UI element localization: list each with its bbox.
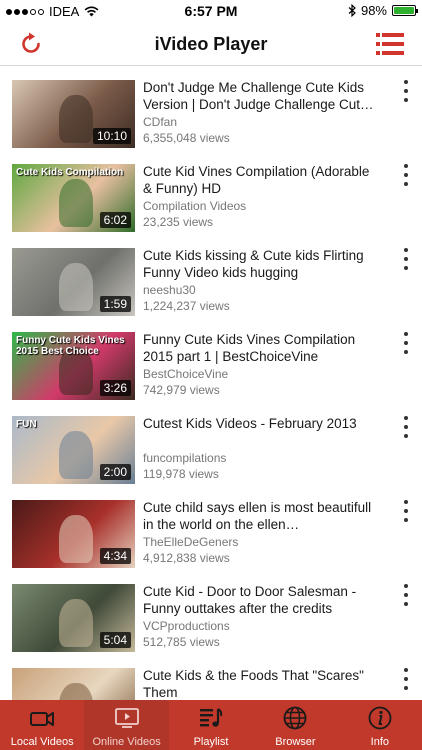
page-title: iVideo Player (154, 34, 268, 54)
video-views: 23,235 views (143, 215, 214, 229)
video-duration: 4:34 (99, 548, 131, 564)
tab-label: Browser (275, 736, 316, 748)
video-list-item[interactable]: FUN 2:00 Cutest Kids Videos - February 201… (0, 402, 422, 486)
thumbnail-caption: Cute Kids Compilation (16, 167, 124, 178)
video-list-item[interactable]: Cute Kids & the Foods That "Scares" Them (0, 654, 422, 700)
thumbnail-figure (58, 430, 93, 479)
nav-bar: iVideo Player (0, 24, 422, 66)
video-title[interactable]: Cute child says ellen is most beautifull… (143, 499, 379, 533)
video-camera-icon (28, 705, 56, 731)
battery-percent: 98% (360, 3, 387, 18)
tab-bar: Local Videos Online Videos Playlist Browser… (0, 700, 422, 750)
video-thumbnail[interactable]: Funny Cute Kids Vines 2015 Best Choice 3:… (12, 332, 135, 400)
video-list-item[interactable]: Funny Cute Kids Vines 2015 Best Choice 3:… (0, 318, 422, 402)
video-thumbnail[interactable] (12, 668, 135, 700)
video-channel: CDfan (143, 115, 178, 129)
video-channel: VCPproductions (143, 619, 230, 633)
video-views: 6,355,048 views (143, 131, 230, 145)
video-views: 742,979 views (143, 383, 220, 397)
video-thumbnail[interactable]: FUN 2:00 (12, 416, 135, 484)
video-channel: neeshu30 (143, 283, 196, 297)
video-thumbnail[interactable]: Cute Kids Compilation 6:02 (12, 164, 135, 232)
video-views: 512,785 views (143, 635, 220, 649)
video-views: 1,224,237 views (143, 299, 230, 313)
video-duration: 6:02 (99, 212, 131, 228)
video-thumbnail[interactable]: 10:10 (12, 80, 135, 148)
tab-browser[interactable]: Browser (253, 700, 337, 750)
list-menu-icon[interactable] (376, 32, 404, 56)
video-title[interactable]: Cute Kid Vines Compilation (Adorable & F… (143, 163, 379, 197)
thumbnail-figure (58, 514, 93, 563)
video-title[interactable]: Don't Judge Me Challenge Cute Kids Versi… (143, 79, 379, 113)
playlist-music-icon (197, 705, 225, 731)
video-channel: BestChoiceVine (143, 367, 229, 381)
video-thumbnail[interactable]: 5:04 (12, 584, 135, 652)
thumbnail-caption: FUN (16, 419, 37, 430)
video-thumbnail[interactable]: 4:34 (12, 500, 135, 568)
video-thumbnail[interactable]: 1:59 (12, 248, 135, 316)
thumbnail-figure (58, 178, 93, 227)
bluetooth-icon (348, 4, 356, 17)
video-list-item[interactable]: 4:34 Cute child says ellen is most beauti… (0, 486, 422, 570)
status-right: 98% (348, 3, 418, 18)
video-channel: TheElleDeGeners (143, 535, 239, 549)
more-options-icon[interactable] (400, 248, 412, 270)
tv-play-icon (113, 705, 141, 731)
thumbnail-caption: Funny Cute Kids Vines 2015 Best Choice (16, 335, 125, 357)
tab-info[interactable]: Info (338, 700, 422, 750)
more-options-icon[interactable] (400, 500, 412, 522)
thumbnail-figure (58, 262, 93, 311)
more-options-icon[interactable] (400, 584, 412, 606)
video-list-item[interactable]: 5:04 Cute Kid - Door to Door Salesman - F… (0, 570, 422, 654)
globe-icon (281, 705, 309, 731)
tab-label: Info (370, 736, 389, 748)
video-views: 119,978 views (143, 467, 219, 481)
more-options-icon[interactable] (400, 668, 412, 690)
tab-label: Playlist (193, 736, 229, 748)
video-title[interactable]: Cute Kids & the Foods That "Scares" Them (143, 667, 379, 700)
tab-label: Local Videos (10, 736, 74, 748)
video-title[interactable]: Cute Kids kissing & Cute kids Flirting F… (143, 247, 379, 281)
thumbnail-figure (58, 682, 93, 700)
video-channel: Compilation Videos (143, 199, 247, 213)
video-list-item[interactable]: 10:10 Don't Judge Me Challenge Cute Kids … (0, 66, 422, 150)
video-title[interactable]: Funny Cute Kids Vines Compilation 2015 p… (143, 331, 379, 365)
video-duration: 1:59 (99, 296, 131, 312)
tab-label: Online Videos (92, 736, 161, 748)
tab-online-videos[interactable]: Online Videos (84, 700, 169, 750)
info-icon (366, 705, 394, 731)
more-options-icon[interactable] (400, 164, 412, 186)
video-list[interactable]: 10:10 Don't Judge Me Challenge Cute Kids … (0, 66, 422, 700)
video-channel: funcompilations (143, 451, 227, 465)
battery-level (394, 7, 414, 14)
app-screen: IDEA 6:57 PM 98% iVideo Player 10:10 Don… (0, 0, 422, 750)
video-duration: 10:10 (92, 128, 131, 144)
thumbnail-figure (58, 94, 93, 143)
video-duration: 3:26 (99, 380, 131, 396)
video-list-item[interactable]: Cute Kids Compilation 6:02 Cute Kid Vines … (0, 150, 422, 234)
status-bar: IDEA 6:57 PM 98% (0, 0, 422, 24)
video-title[interactable]: Cute Kid - Door to Door Salesman - Funny… (143, 583, 379, 617)
video-list-item[interactable]: 1:59 Cute Kids kissing & Cute kids Flirti… (0, 234, 422, 318)
video-title[interactable]: Cutest Kids Videos - February 2013 (143, 415, 379, 449)
video-duration: 2:00 (99, 464, 131, 480)
more-options-icon[interactable] (400, 416, 412, 438)
tab-local-videos[interactable]: Local Videos (0, 700, 84, 750)
video-views: 4,912,838 views (143, 551, 230, 565)
more-options-icon[interactable] (400, 80, 412, 102)
video-duration: 5:04 (99, 632, 131, 648)
thumbnail-figure (58, 598, 93, 647)
battery-icon (392, 5, 418, 16)
tab-playlist[interactable]: Playlist (169, 700, 253, 750)
more-options-icon[interactable] (400, 332, 412, 354)
